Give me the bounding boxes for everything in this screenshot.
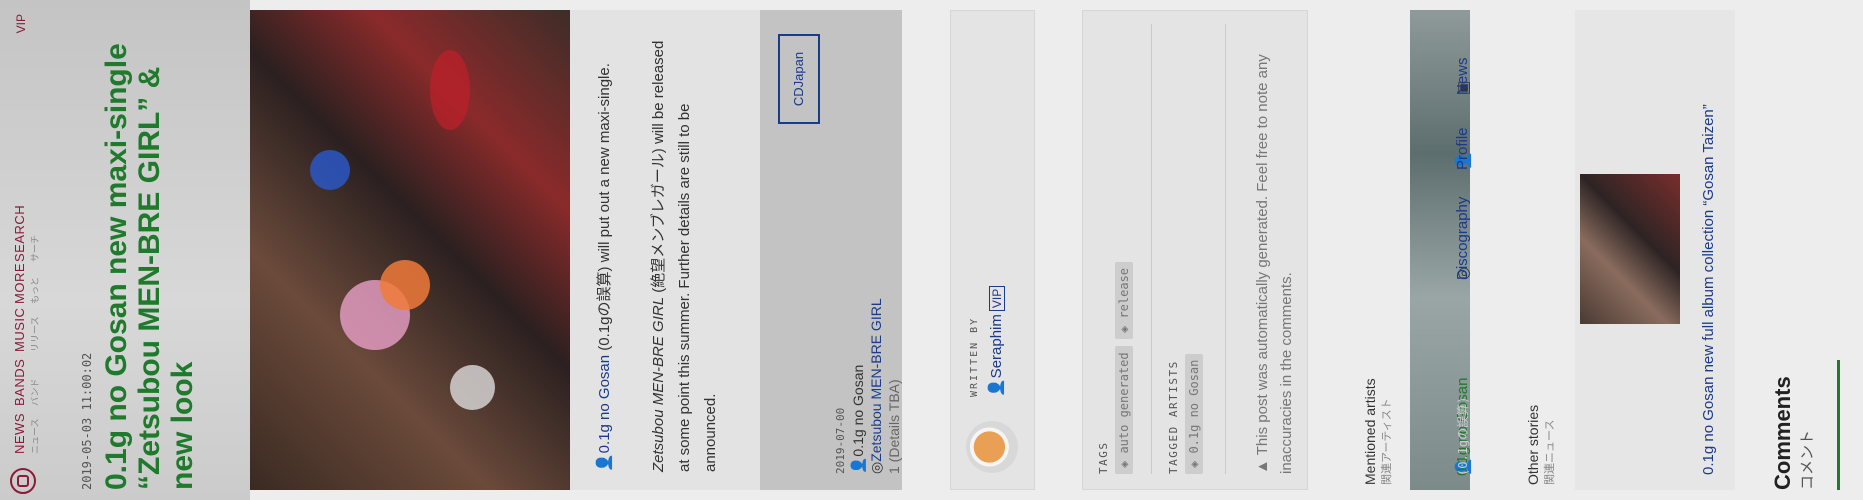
person-icon: 👤 [596, 453, 613, 472]
other-story-card[interactable]: 0.1g no Gosan new full album collection … [1575, 10, 1735, 490]
article-paragraph-1: 👤0.1g no Gosan (0.1gの誤算) will put out a … [596, 63, 613, 472]
nav-vip-link[interactable]: VIP [14, 14, 28, 33]
release-detail: 1 (Details TBA) [886, 379, 902, 474]
nav-item-search[interactable]: SEARCH サーチ [12, 205, 41, 262]
article-photo [250, 10, 570, 490]
comments-heading: Comments コメント [1770, 376, 1816, 490]
story-title-link[interactable]: 0.1g no Gosan new full album collection … [1700, 104, 1717, 475]
mentioned-artists-heading: Mentioned artists 関連アーティスト [1362, 378, 1393, 485]
tagged-artists-label: TAGGED ARTISTS [1167, 360, 1180, 474]
release-date: 2019-07-00 [834, 407, 847, 474]
nav-item-bands[interactable]: BANDS バンド [12, 359, 41, 406]
release-card: CDJapan 2019-07-00 👤0.1g no Gosan ◎Zetsu… [760, 10, 902, 490]
tag-auto-generated[interactable]: ◈ auto generated [1115, 346, 1133, 474]
site-logo-icon[interactable] [10, 468, 36, 494]
tags-label: TAGS [1097, 441, 1110, 475]
tag-release[interactable]: ◈ release [1115, 261, 1133, 339]
nav-item-news[interactable]: NEWS ニュース [12, 413, 41, 454]
story-thumbnail[interactable] [1580, 174, 1680, 324]
article-title: 0.1g no Gosan new maxi-single “Zetsubou … [100, 43, 199, 490]
person-icon: 👤 [850, 456, 866, 474]
warning-icon: ▲ [1254, 455, 1271, 474]
mentioned-artist-card[interactable]: 👤 0.1g no Gosan (0.1gの誤算) ◎ Discography 👤… [1410, 10, 1472, 490]
comments-underline [1837, 360, 1840, 490]
tags-box: TAGS ◈ auto generated ◈ release TAGGED A… [1082, 10, 1308, 490]
release-title-link[interactable]: ◎Zetsubou MEN-BRE GIRL [868, 298, 885, 474]
nav-item-more[interactable]: MORE もっと [12, 263, 41, 304]
avatar[interactable] [966, 421, 1018, 473]
divider [1225, 24, 1226, 474]
vip-badge: VIP [989, 285, 1005, 312]
artist-link[interactable]: 0.1g no Gosan [596, 355, 613, 453]
header: NEWS ニュース BANDS バンド MUSIC リリース MORE もっと SEAR… [0, 0, 250, 500]
person-icon: 👤 [988, 378, 1005, 397]
tag-artist[interactable]: ◈ 0.1g no Gosan [1185, 353, 1203, 474]
nav-item-music[interactable]: MUSIC リリース [12, 308, 41, 352]
disc-icon: ◎ [868, 461, 884, 474]
article-paragraph-2: Zetsubou MEN-BRE GIRL (絶望メンブレガール) will b… [650, 40, 719, 472]
written-by-label: WRITTEN BY [969, 316, 980, 397]
divider [1151, 24, 1152, 474]
author-name[interactable]: 👤SeraphimVIP [987, 285, 1005, 397]
author-box: WRITTEN BY 👤SeraphimVIP [950, 10, 1035, 490]
auto-generated-note: ▲ This post was automatically generated.… [1254, 54, 1295, 474]
navbar: NEWS ニュース BANDS バンド MUSIC リリース MORE もっと SEAR… [4, 14, 50, 494]
article-date: 2019-05-03 11:00:02 [80, 352, 94, 490]
other-stories-heading: Other stories 関連ニュース [1525, 404, 1556, 485]
cdjapan-button[interactable]: CDJapan [778, 34, 820, 124]
release-artist: 👤0.1g no Gosan [850, 364, 866, 474]
page-content: NEWS ニュース BANDS バンド MUSIC リリース MORE もっと SEAR… [0, 0, 1863, 500]
